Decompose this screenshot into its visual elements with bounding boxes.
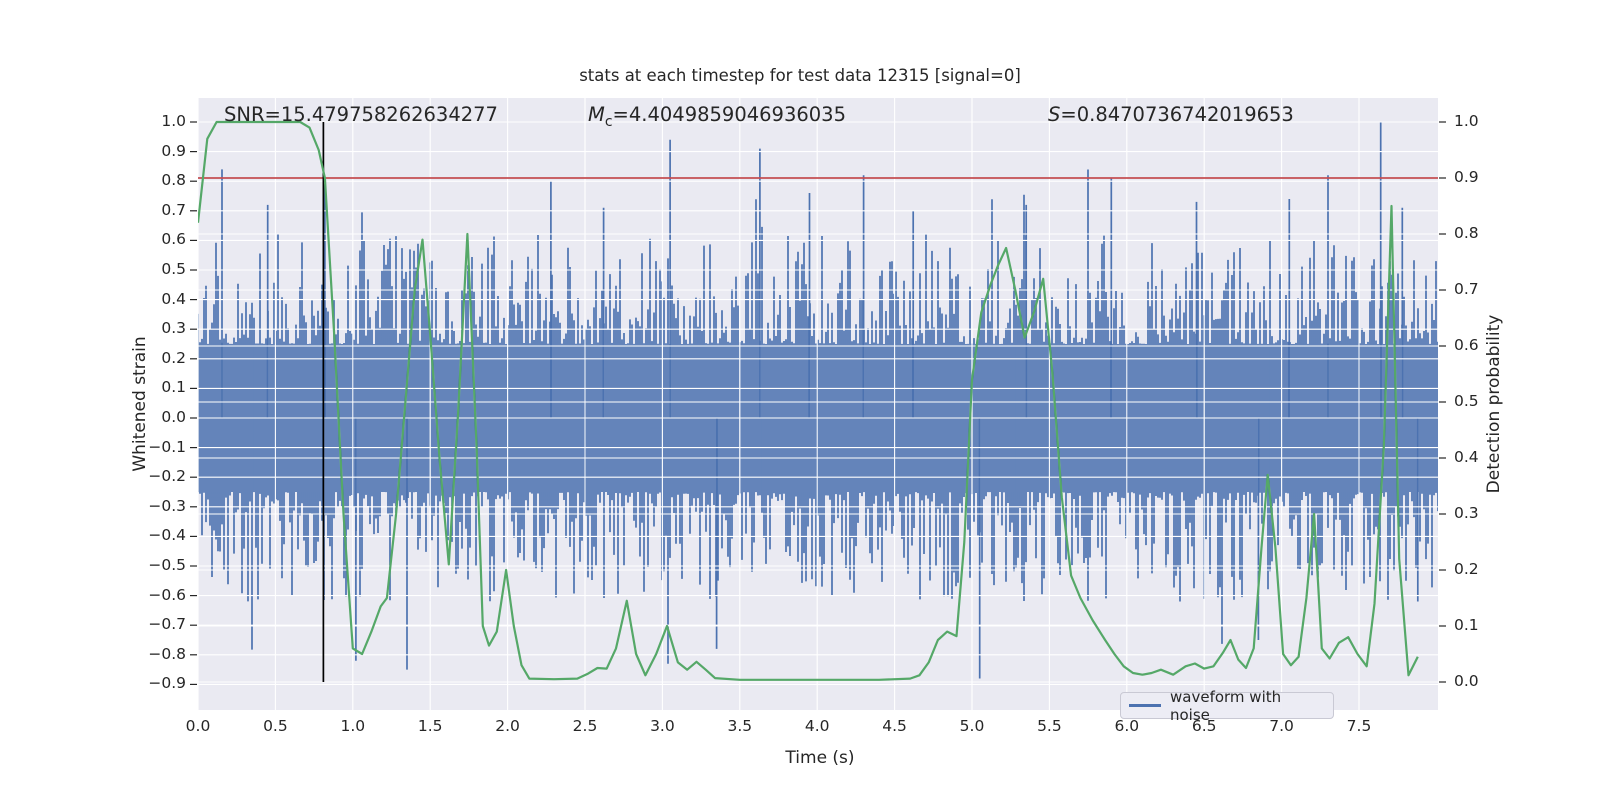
figure: stats at each timestep for test data 123… [0,0,1600,800]
x-tick-label: 5.0 [959,717,985,735]
chirp-mass-annotation: Mc=4.4049859046936035 [588,103,846,130]
y-left-tick-label: 1.0 [161,112,186,130]
chirp-mass-value: =4.4049859046936035 [612,103,846,126]
significance-annotation: S=0.8470736742019653 [1048,103,1294,126]
y-left-tick-label: 0.4 [161,289,186,308]
x-tick-label: 0.5 [263,717,288,735]
y-right-tick-label: 0.0 [1454,672,1479,690]
x-tick-label: 5.5 [1037,717,1062,735]
y-left-tick-label: −0.5 [148,556,186,574]
y-left-tick-label: −0.9 [148,674,186,693]
chirp-mass-subscript: c [604,113,613,130]
y-left-tick-label: 0.6 [161,230,186,249]
y-left-tick-label: 0.7 [161,200,186,219]
x-tick-label: 6.0 [1114,717,1140,735]
chirp-mass-symbol: M [588,103,605,126]
y-left-tick-label: 0.5 [161,260,186,278]
y-right-tick-label: 0.6 [1454,336,1479,354]
snr-annotation: SNR=15.479758262634277 [224,103,498,126]
y-right-tick-label: 0.3 [1454,504,1479,522]
x-tick-label: 2.0 [495,717,520,735]
y-left-tick-label: −0.7 [148,615,186,634]
y-left-tick-label: 0.3 [161,319,186,338]
legend-waveform-line-sample [1129,704,1161,707]
x-tick-label: 4.5 [882,717,907,735]
y-left-tick-label: −0.1 [148,437,186,456]
x-tick-label: 1.5 [417,717,443,735]
legend-waveform-label: waveform with noise [1170,687,1282,724]
x-tick-label: 4.0 [804,717,830,735]
y-left-tick-label: 0.8 [161,171,186,190]
x-tick-label: 3.5 [727,717,753,735]
legend: waveform with noise [1120,688,1334,724]
y-left-tick-label: −0.4 [148,526,186,545]
y-right-tick-label: 0.5 [1454,392,1479,410]
y-left-tick-label: −0.2 [148,467,186,486]
y-right-tick-label: 1.0 [1454,112,1479,130]
y-left-tick-label: 0.9 [161,141,186,160]
x-tick-label: 2.5 [572,717,598,735]
y-right-tick-label: 0.9 [1454,168,1479,186]
y-left-tick-label: −0.6 [148,585,186,604]
y-right-tick-label: 0.4 [1454,448,1479,466]
x-tick-label: 0.0 [185,717,211,735]
y-right-tick-label: 0.2 [1454,560,1479,578]
y-left-tick-label: −0.3 [148,496,186,515]
x-tick-label: 7.5 [1346,717,1372,735]
chart-title: stats at each timestep for test data 123… [579,66,1021,85]
x-tick-label: 3.0 [650,717,675,735]
y-left-tick-label: −0.8 [148,644,186,663]
y-left-tick-label: 0.2 [161,348,186,367]
y-right-tick-label: 0.8 [1454,224,1479,242]
y-right-tick-label: 0.1 [1454,616,1479,634]
x-axis-label: Time (s) [785,748,855,768]
y-left-tick-label: 0.1 [161,378,186,397]
significance-value: =0.8470736742019653 [1060,103,1294,126]
y-right-tick-label: 0.7 [1454,280,1479,298]
x-tick-label: 1.0 [340,717,366,735]
significance-symbol: S [1048,103,1061,126]
y-left-tick-label: 0.0 [161,408,186,426]
